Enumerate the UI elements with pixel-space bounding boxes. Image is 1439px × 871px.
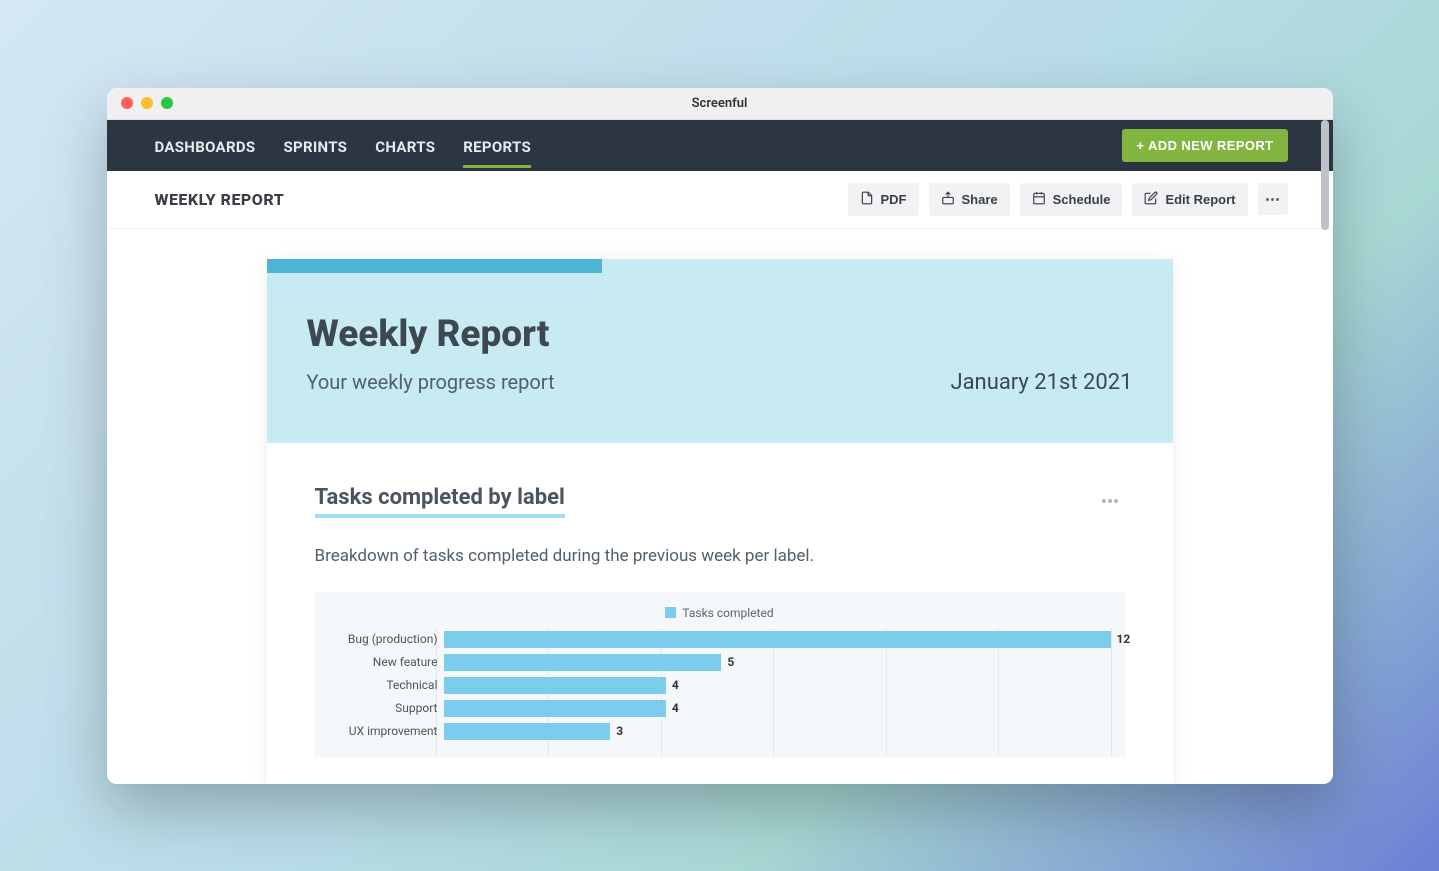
titlebar: Screenful	[107, 88, 1333, 120]
more-icon	[1266, 198, 1279, 201]
chart-bar-track: 5	[444, 654, 1111, 671]
pdf-label: PDF	[881, 192, 907, 207]
chart-bar	[444, 631, 1111, 648]
nav-charts[interactable]: CHARTS	[375, 123, 435, 168]
accent-strip	[267, 259, 602, 273]
chart-legend: Tasks completed	[329, 606, 1111, 620]
chart-value-label: 5	[727, 655, 734, 669]
chart-rows: Bug (production)12New feature5Technical4…	[329, 628, 1111, 743]
chart-value-label: 12	[1117, 632, 1131, 646]
chart-bar-track: 3	[444, 723, 1111, 740]
app-window: Screenful DASHBOARDS SPRINTS CHARTS REPO…	[107, 88, 1333, 784]
schedule-label: Schedule	[1053, 192, 1111, 207]
chart-row: New feature 5	[329, 651, 1111, 674]
share-label: Share	[962, 192, 998, 207]
share-icon	[941, 191, 955, 208]
minimize-window-button[interactable]	[141, 97, 153, 109]
legend-swatch	[665, 607, 676, 618]
section-title: Tasks completed by label	[315, 485, 565, 518]
nav-dashboards[interactable]: DASHBOARDS	[155, 123, 256, 168]
maximize-window-button[interactable]	[161, 97, 173, 109]
chart-value-label: 4	[672, 701, 679, 715]
legend-label: Tasks completed	[682, 606, 773, 620]
report-card: Weekly Report Your weekly progress repor…	[267, 259, 1173, 784]
chart-category-label: UX improvement	[329, 724, 444, 738]
chart-row: Technical 4	[329, 674, 1111, 697]
chart: Tasks completed Bug (production)12New fe…	[315, 592, 1125, 757]
schedule-button[interactable]: Schedule	[1020, 183, 1123, 216]
report-subtitle: Your weekly progress report	[307, 370, 555, 394]
page-title: WEEKLY REPORT	[155, 190, 285, 209]
file-icon	[860, 191, 874, 208]
nav-reports[interactable]: REPORTS	[463, 123, 531, 168]
chart-bar	[444, 700, 666, 717]
more-icon	[1102, 499, 1118, 503]
section-more-button[interactable]	[1095, 485, 1125, 517]
scrollbar-thumb[interactable]	[1321, 120, 1329, 230]
more-actions-button[interactable]	[1258, 183, 1288, 215]
add-new-report-button[interactable]: + ADD NEW REPORT	[1122, 129, 1287, 162]
main-nav: DASHBOARDS SPRINTS CHARTS REPORTS + ADD …	[107, 120, 1333, 171]
pdf-button[interactable]: PDF	[848, 183, 919, 216]
traffic-lights	[107, 97, 173, 109]
chart-category-label: Support	[329, 701, 444, 715]
chart-row: UX improvement 3	[329, 720, 1111, 743]
edit-report-button[interactable]: Edit Report	[1132, 183, 1247, 216]
chart-bar-track: 4	[444, 700, 1111, 717]
report-title: Weekly Report	[307, 313, 1133, 356]
chart-bar	[444, 654, 722, 671]
chart-category-label: New feature	[329, 655, 444, 669]
edit-label: Edit Report	[1165, 192, 1235, 207]
chart-row: Bug (production)12	[329, 628, 1111, 651]
chart-bar-track: 4	[444, 677, 1111, 694]
chart-category-label: Bug (production)	[329, 632, 444, 646]
app-body: DASHBOARDS SPRINTS CHARTS REPORTS + ADD …	[107, 120, 1333, 784]
report-header: Weekly Report Your weekly progress repor…	[267, 259, 1173, 443]
chart-value-label: 4	[672, 678, 679, 692]
chart-value-label: 3	[616, 724, 623, 738]
report-body: Tasks completed by label Breakdown of ta…	[267, 443, 1173, 757]
chart-bar	[444, 723, 611, 740]
chart-row: Support 4	[329, 697, 1111, 720]
content-area: Weekly Report Your weekly progress repor…	[107, 229, 1333, 784]
chart-bar-track: 12	[444, 631, 1111, 648]
subheader: WEEKLY REPORT PDF Share Schedule	[107, 171, 1333, 229]
edit-icon	[1144, 191, 1158, 208]
section-description: Breakdown of tasks completed during the …	[315, 546, 1125, 566]
window-title: Screenful	[107, 96, 1333, 111]
nav-sprints[interactable]: SPRINTS	[283, 123, 347, 168]
share-button[interactable]: Share	[929, 183, 1010, 216]
close-window-button[interactable]	[121, 97, 133, 109]
calendar-icon	[1032, 191, 1046, 208]
report-date: January 21st 2021	[950, 370, 1132, 395]
chart-category-label: Technical	[329, 678, 444, 692]
chart-bar	[444, 677, 666, 694]
